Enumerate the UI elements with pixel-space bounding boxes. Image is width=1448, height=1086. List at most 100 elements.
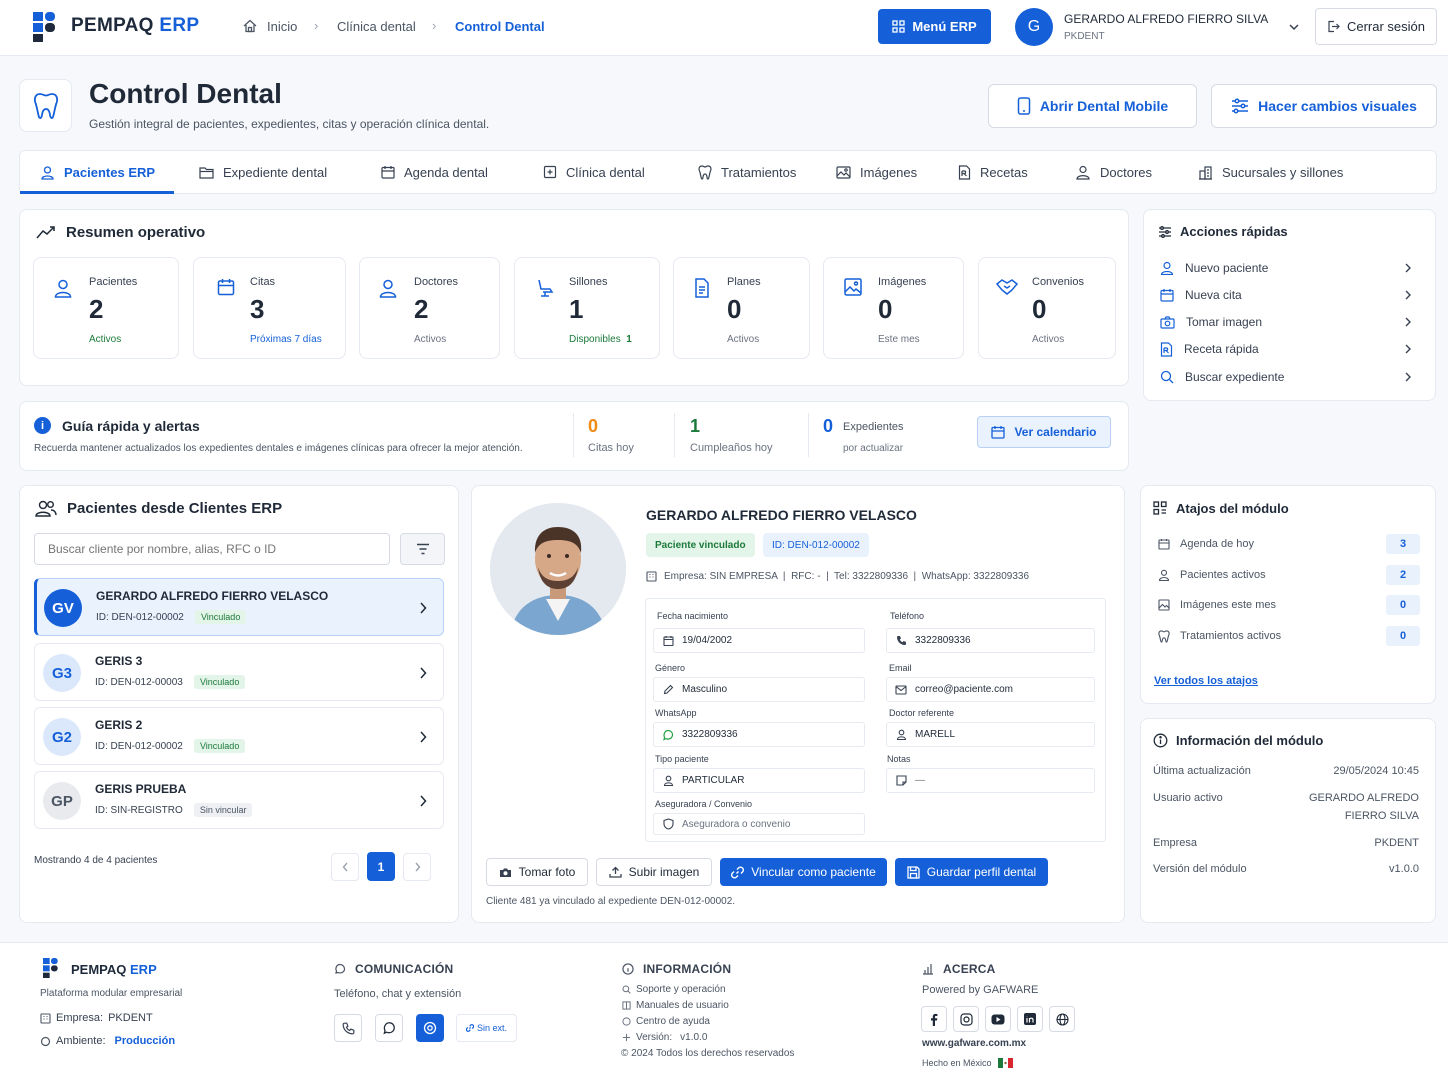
link-patient-button[interactable]: Vincular como paciente: [720, 858, 887, 886]
tab-imagenes[interactable]: Imágenes: [836, 150, 917, 194]
brand-name[interactable]: PEMPAQ ERP: [71, 15, 199, 37]
home-icon[interactable]: [243, 19, 257, 33]
patient-row[interactable]: G2 GERIS 2 ID: DEN-012-00002 Vinculado: [34, 707, 444, 765]
footer-version-label: Versión:: [636, 1032, 673, 1043]
phone-contact-button[interactable]: [334, 1014, 362, 1042]
shortcut-pacientes-activos[interactable]: Pacientes activos 2: [1158, 564, 1420, 586]
stat-card-planes[interactable]: Planes 0 Activos: [673, 257, 810, 359]
instagram-link[interactable]: [953, 1006, 979, 1032]
facebook-link[interactable]: [921, 1006, 947, 1032]
footer-version-value: v1.0.0: [680, 1032, 708, 1043]
open-dental-mobile-button[interactable]: Abrir Dental Mobile: [988, 84, 1197, 128]
shortcut-imagenes-mes[interactable]: Imágenes este mes 0: [1158, 594, 1420, 616]
shortcut-agenda-hoy[interactable]: Agenda de hoy 3: [1158, 533, 1420, 555]
prescription-icon: [1160, 341, 1173, 357]
tab-sucursales-sillones[interactable]: Sucursales y sillones: [1198, 150, 1343, 194]
tab-recetas[interactable]: Recetas: [958, 150, 1028, 194]
footer-link-ayuda[interactable]: Centro de ayuda: [622, 1016, 710, 1027]
filter-button[interactable]: [400, 533, 445, 565]
link-icon: [465, 1024, 474, 1032]
quick-action-nueva-cita[interactable]: Nueva cita: [1160, 285, 1412, 305]
info-label: Usuario activo: [1153, 792, 1223, 804]
birth-label: Fecha nacimiento: [657, 611, 729, 621]
user-name[interactable]: GERARDO ALFREDO FIERRO SILVA: [1064, 12, 1268, 26]
patient-row[interactable]: G3 GERIS 3 ID: DEN-012-00003 Vinculado: [34, 643, 444, 701]
email-label: Email: [889, 663, 912, 673]
patient-row[interactable]: GV GERARDO ALFREDO FIERRO VELASCO ID: DE…: [34, 578, 444, 636]
youtube-link[interactable]: [985, 1006, 1011, 1032]
footer-powered: Powered by GAFWARE: [922, 984, 1039, 996]
footer-about-heading: ACERCA: [922, 962, 996, 976]
shortcut-tratamientos-activos[interactable]: Tratamientos activos 0: [1158, 625, 1420, 647]
footer-site[interactable]: www.gafware.com.mx: [922, 1038, 1026, 1049]
menu-erp-button[interactable]: Menú ERP: [878, 9, 991, 44]
birth-value: 19/04/2002: [682, 635, 733, 646]
tab-clinica-dental[interactable]: Clínica dental: [543, 150, 645, 194]
stat-card-doctores[interactable]: Doctores 2 Activos: [359, 257, 500, 359]
info-outline-icon: [1153, 733, 1168, 748]
extension-contact-button[interactable]: [416, 1014, 444, 1042]
stat-card-pacientes[interactable]: Pacientes 2 Activos: [33, 257, 179, 359]
save-profile-button[interactable]: Guardar perfil dental: [895, 858, 1048, 886]
stat-card-imagenes[interactable]: Imágenes 0 Este mes: [823, 257, 964, 359]
logout-button[interactable]: Cerrar sesión: [1315, 8, 1437, 45]
ver-calendario-label: Ver calendario: [1014, 425, 1097, 439]
tab-tratamientos[interactable]: Tratamientos: [698, 150, 796, 194]
whatsapp-field[interactable]: 3322809336: [653, 722, 865, 747]
quick-action-receta-rapida[interactable]: Receta rápida: [1160, 339, 1412, 359]
website-link[interactable]: [1049, 1006, 1075, 1032]
breadcrumb-clinic[interactable]: Clínica dental: [337, 19, 416, 34]
upload-image-button[interactable]: Subir imagen: [596, 858, 712, 886]
pagination-prev-button[interactable]: [331, 853, 359, 881]
doctor-field[interactable]: MARELL: [886, 722, 1095, 747]
birth-field[interactable]: 19/04/2002: [653, 628, 865, 653]
expedientes-sublabel: por actualizar: [843, 443, 904, 454]
tab-doctores[interactable]: Doctores: [1075, 150, 1152, 194]
ver-calendario-button[interactable]: Ver calendario: [977, 416, 1111, 448]
clinic-icon: [543, 165, 557, 179]
stat-value: 2: [414, 294, 429, 324]
quick-action-buscar-expediente[interactable]: Buscar expediente: [1160, 367, 1412, 387]
take-photo-button[interactable]: Tomar foto: [486, 858, 588, 886]
user-icon: [53, 278, 73, 298]
stat-label: Pacientes: [89, 276, 138, 288]
footer-link-soporte[interactable]: Soporte y operación: [622, 984, 726, 995]
footer-link-manuales[interactable]: Manuales de usuario: [622, 1000, 729, 1011]
email-field[interactable]: correo@paciente.com: [886, 677, 1095, 702]
quick-action-tomar-imagen[interactable]: Tomar imagen: [1160, 312, 1412, 332]
whatsapp-contact-button[interactable]: [375, 1014, 403, 1042]
stat-card-convenios[interactable]: Convenios 0 Activos: [978, 257, 1116, 359]
brand-logo-icon[interactable]: [33, 12, 57, 42]
phone-field[interactable]: 3322809336: [886, 628, 1095, 653]
tab-expediente-dental[interactable]: Expediente dental: [199, 150, 327, 194]
patient-photo[interactable]: [490, 503, 626, 635]
patient-search-input[interactable]: [34, 533, 390, 565]
user-avatar[interactable]: G: [1015, 8, 1053, 46]
pagination-page-button[interactable]: 1: [367, 852, 395, 881]
patient-row[interactable]: GP GERIS PRUEBA ID: SIN-REGISTRO Sin vin…: [34, 771, 444, 829]
doctor-label: Doctor referente: [889, 708, 955, 718]
avatar: G2: [43, 718, 81, 756]
chevron-down-icon[interactable]: [1288, 21, 1300, 33]
pagination-next-button[interactable]: [403, 853, 431, 881]
notes-field[interactable]: —: [886, 768, 1095, 793]
tab-agenda-dental[interactable]: Agenda dental: [381, 150, 488, 194]
patient-id-text: ID: DEN-012-00002: [96, 612, 184, 623]
patient-type-field[interactable]: PARTICULAR: [653, 768, 865, 793]
visual-changes-button[interactable]: Hacer cambios visuales: [1211, 84, 1437, 128]
patient-name: GERARDO ALFREDO FIERRO VELASCO: [96, 589, 329, 603]
view-all-shortcuts-link[interactable]: Ver todos los atajos: [1154, 675, 1258, 687]
stat-card-sillones[interactable]: Sillones 1 Disponibles 1: [514, 257, 660, 359]
tab-pacientes-erp[interactable]: Pacientes ERP: [40, 150, 155, 194]
quick-action-nuevo-paciente[interactable]: Nuevo paciente: [1160, 258, 1412, 278]
linkedin-link[interactable]: [1017, 1006, 1043, 1032]
stat-sub-count: 1: [626, 334, 632, 345]
gender-field[interactable]: Masculino: [653, 677, 865, 702]
headset-icon: [423, 1021, 437, 1035]
shortcut-count: 3: [1386, 534, 1420, 554]
insurer-field[interactable]: Aseguradora o convenio: [653, 813, 865, 835]
breadcrumb-home[interactable]: Inicio: [267, 19, 297, 34]
info-row-user: Usuario activo GERARDO ALFREDO FIERRO SIL…: [1153, 792, 1419, 826]
info-outline-icon: [622, 963, 634, 975]
stat-card-citas[interactable]: Citas 3 Próximas 7 días: [193, 257, 346, 359]
